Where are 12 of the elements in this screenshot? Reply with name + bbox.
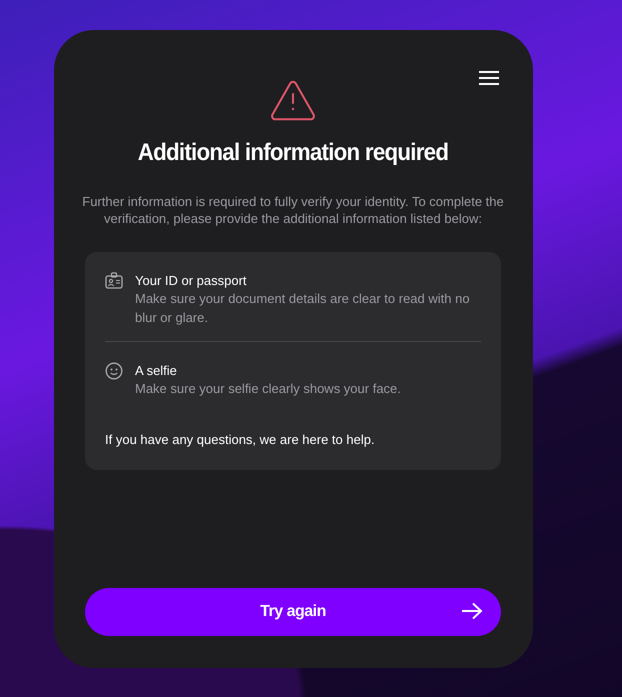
arrow-right-icon (461, 602, 483, 620)
smiley-icon (105, 362, 123, 380)
help-text: If you have any questions, we are here to help. (105, 431, 376, 449)
requirement-detail: Make sure your document details are clear to read with no blur or glare. (135, 290, 471, 327)
requirement-title: Your ID or passport (135, 272, 248, 289)
requirement-title: A selfie (135, 362, 178, 379)
requirement-detail: Make sure your selfie clearly shows your face. (135, 380, 401, 398)
page-title: Additional information required (136, 138, 450, 168)
warning-icon (270, 80, 316, 121)
description-text: Further information is required to fully verify your identity. To complete the verification, please provide the additional information listed below: (81, 193, 505, 227)
id-card-icon (105, 272, 123, 289)
try-again-button[interactable]: Try again (85, 588, 501, 636)
